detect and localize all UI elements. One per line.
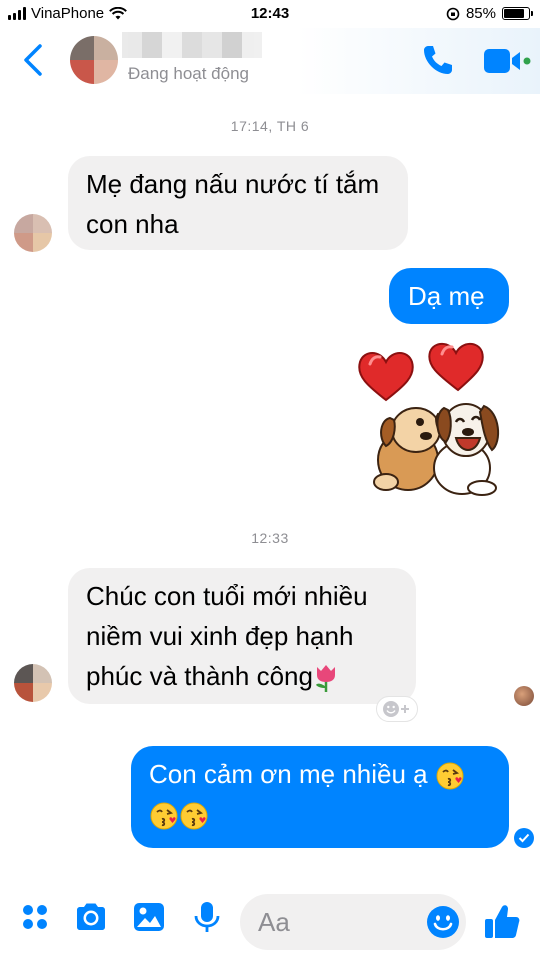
status-right: 85% [446, 5, 533, 22]
battery-icon [502, 7, 533, 20]
apps-grid-icon[interactable] [18, 900, 52, 934]
seen-avatar [514, 686, 534, 706]
message-input[interactable] [258, 904, 408, 940]
kissing-face-emoji [180, 802, 208, 830]
message-text: phúc và thành công [86, 661, 313, 691]
message-text-line: niềm vui xinh đẹp hạnh [86, 621, 354, 651]
message-emoji-line [149, 794, 491, 834]
incoming-message[interactable]: Chúc con tuổi mới nhiều niềm vui xinh đẹ… [68, 568, 416, 704]
contact-name-pixelated [122, 32, 262, 58]
message-text-line: Con cảm ơn mẹ nhiều ạ [149, 754, 491, 794]
smiley-icon[interactable] [426, 905, 460, 939]
active-status: Đang hoạt động [128, 64, 249, 83]
message-text-line: con nha [86, 209, 179, 239]
microphone-icon[interactable] [190, 900, 224, 934]
message-text-line: phúc và thành công [86, 656, 398, 696]
gallery-icon[interactable] [132, 900, 166, 934]
hearts-dogs-sticker[interactable] [356, 342, 506, 498]
tulip-emoji [315, 665, 335, 693]
message-text-line: Chúc con tuổi mới nhiều [86, 581, 368, 611]
outgoing-message[interactable]: Dạ mẹ [389, 268, 509, 324]
kissing-face-emoji [436, 762, 464, 790]
video-camera-icon[interactable] [482, 46, 532, 76]
message-input-container[interactable] [240, 894, 466, 950]
camera-icon[interactable] [74, 900, 108, 934]
status-bar: VinaPhone 12:43 85% [0, 0, 540, 28]
seen-check-icon [514, 828, 534, 848]
outgoing-message[interactable]: Con cảm ơn mẹ nhiều ạ [131, 746, 509, 848]
message-composer [0, 884, 540, 960]
back-chevron-icon[interactable] [18, 42, 50, 78]
message-text-line: Dạ mẹ [408, 281, 485, 311]
rotation-lock-icon [446, 7, 460, 20]
battery-fill [504, 9, 525, 18]
message-text-line: Mẹ đang nấu nước tí tắm [86, 169, 380, 199]
incoming-message[interactable]: Mẹ đang nấu nước tí tắm con nha [68, 156, 408, 250]
sender-avatar[interactable] [14, 214, 52, 252]
contact-avatar[interactable] [70, 36, 118, 84]
battery-percent: 85% [465, 5, 496, 22]
kissing-face-emoji [150, 802, 178, 830]
conversation-header: Đang hoạt động [0, 28, 540, 94]
thumbs-up-icon[interactable] [482, 902, 522, 942]
phone-icon[interactable] [420, 42, 456, 78]
timestamp-divider: 12:33 [251, 530, 289, 546]
add-reaction-button[interactable] [376, 696, 418, 722]
sender-avatar[interactable] [14, 664, 52, 702]
timestamp-divider: 17:14, TH 6 [230, 118, 310, 134]
smiley-add-icon [383, 701, 409, 717]
message-text: Con cảm ơn mẹ nhiều ạ [149, 759, 428, 789]
